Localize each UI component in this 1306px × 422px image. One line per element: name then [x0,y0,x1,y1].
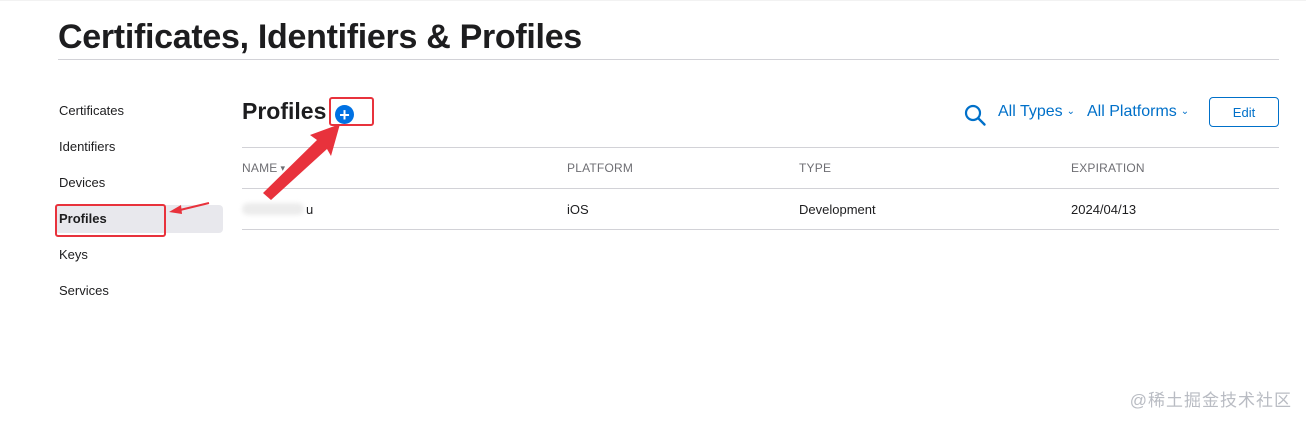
title-divider [58,59,1279,60]
sort-arrow-icon: ▾ [280,162,286,173]
column-header-name[interactable]: NAME ▾ [242,148,285,188]
profile-platform-cell: iOS [567,201,589,217]
profile-expiration-cell: 2024/04/13 [1071,201,1137,217]
annotation-box-profiles [55,204,166,237]
watermark: @稀土掘金技术社区 [1129,391,1292,410]
section-title: Profiles [242,98,327,124]
column-header-type[interactable]: TYPE [799,148,831,188]
filter-platforms-label: All Platforms [1087,103,1177,120]
sidebar-item-certificates[interactable]: Certificates [55,97,223,125]
chevron-down-icon: ⌄ [1180,106,1190,117]
sidebar-item-keys[interactable]: Keys [55,241,223,269]
table-header: NAME ▾ PLATFORM TYPE EXPIRATION [242,147,1279,189]
page-title: Certificates, Identifiers & Profiles [58,18,582,56]
chevron-down-icon: ⌄ [1066,106,1076,117]
sidebar-item-devices[interactable]: Devices [55,169,223,197]
search-icon[interactable] [963,103,987,127]
sidebar-item-identifiers[interactable]: Identifiers [55,133,223,161]
sidebar-item-services[interactable]: Services [55,277,223,305]
filter-all-platforms[interactable]: All Platforms ⌄ [1087,103,1189,121]
top-divider [0,0,1306,1]
edit-button[interactable]: Edit [1209,97,1279,127]
profile-name-cell: u [242,189,313,229]
profile-type-cell: Development [799,201,876,217]
column-header-platform[interactable]: PLATFORM [567,148,633,188]
page: Certificates, Identifiers & Profiles Cer… [0,0,1306,422]
column-header-expiration[interactable]: EXPIRATION [1071,148,1145,188]
filter-types-label: All Types [998,103,1063,120]
profiles-table: NAME ▾ PLATFORM TYPE EXPIRATION u iOS Dev… [242,147,1279,230]
annotation-box-add [329,97,374,126]
table-row[interactable]: u iOS Development 2024/04/13 [242,189,1279,230]
redacted-text [242,203,304,215]
filter-all-types[interactable]: All Types ⌄ [998,103,1075,121]
